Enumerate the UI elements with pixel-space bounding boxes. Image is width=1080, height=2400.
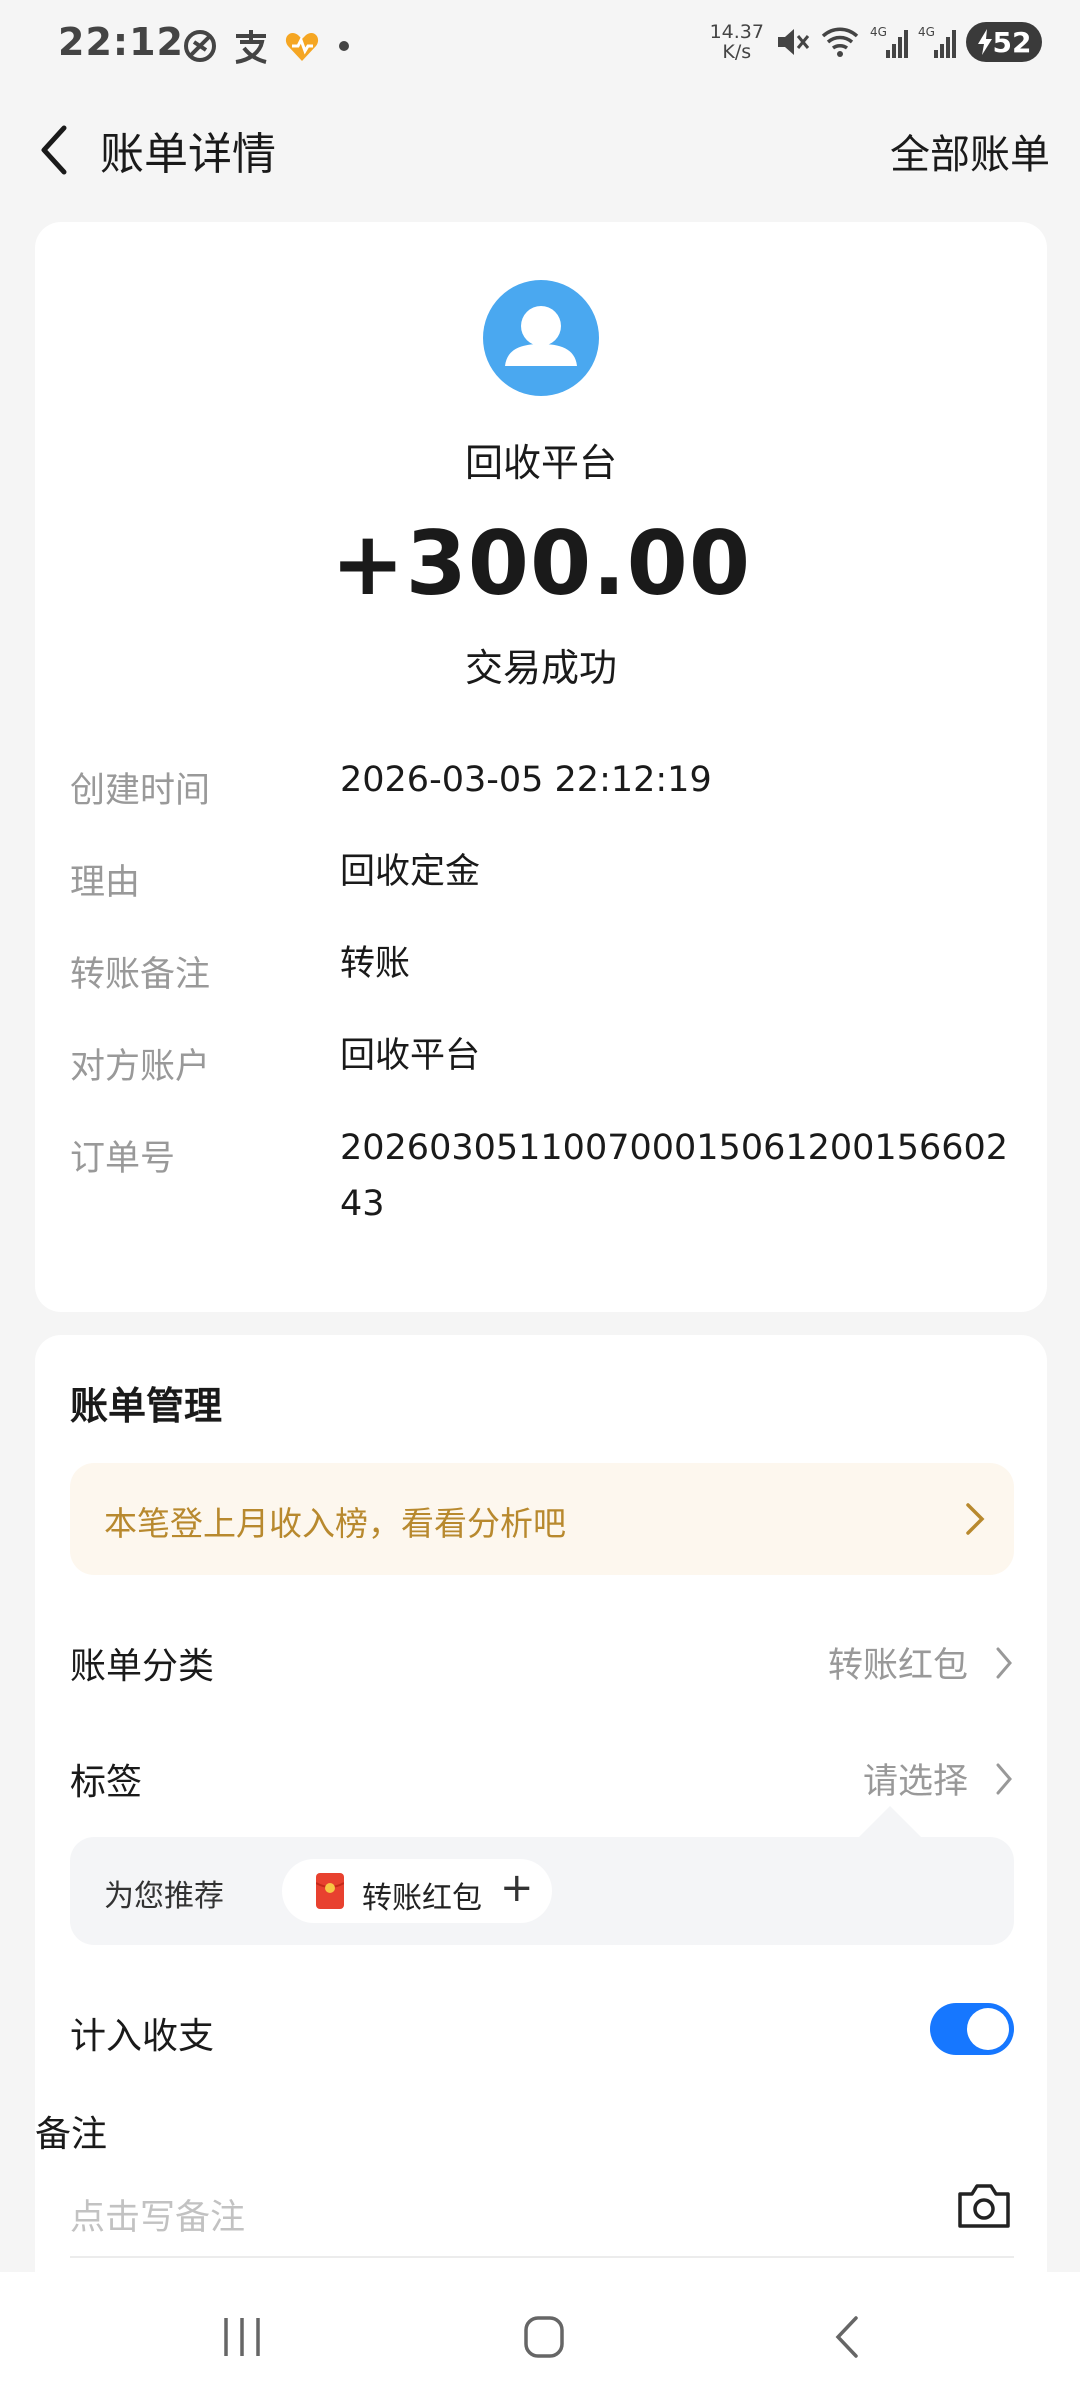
chevron-right-icon <box>966 1503 985 1535</box>
add-tag-icon[interactable]: + <box>500 1865 534 1911</box>
all-bills-link[interactable]: 全部账单 <box>890 122 1050 180</box>
tag-label: 标签 <box>70 1762 143 1803</box>
camera-icon[interactable] <box>956 2180 1012 2230</box>
bill-category-row[interactable]: 账单分类 转账红包 <box>70 1637 1014 1697</box>
tag-value: 请选择 <box>862 1762 968 1802</box>
back-arrow-icon[interactable] <box>32 120 82 180</box>
remark-label: 备注 <box>35 2114 108 2155</box>
battery-charging-icon <box>977 29 992 55</box>
recommend-label: 为您推荐 <box>104 1879 224 1914</box>
detail-label: 转账备注 <box>70 955 211 995</box>
status-left-icons <box>182 28 354 64</box>
dot-icon <box>339 41 349 51</box>
red-envelope-icon <box>316 1873 344 1909</box>
detail-label: 理由 <box>70 863 141 903</box>
recommend-caret <box>858 1806 922 1838</box>
banner-text: 本笔登上月收入榜，看看分析吧 <box>104 1504 566 1543</box>
include-in-stats-toggle[interactable] <box>930 2003 1014 2055</box>
toggle-knob <box>967 2008 1009 2050</box>
page-title: 账单详情 <box>100 129 276 180</box>
status-right-icons: 14.37 K/s 4G 4G 52 <box>710 22 1042 62</box>
home-icon[interactable] <box>514 2312 574 2362</box>
category-label: 账单分类 <box>70 1646 215 1687</box>
detail-value: 回收平台 <box>340 1036 481 1076</box>
battery-indicator: 52 <box>966 22 1042 62</box>
recommend-tag-chip[interactable]: 转账红包 + <box>282 1859 552 1923</box>
recent-apps-icon[interactable] <box>212 2312 272 2362</box>
status-bar: 22:12 14.37 K/s 4G 4G 52 <box>0 0 1080 100</box>
net-speed: 14.37 K/s <box>709 21 764 63</box>
detail-value: 回收定金 <box>340 852 481 892</box>
section-title: 账单管理 <box>70 1384 223 1428</box>
no-disturb-icon <box>184 30 216 62</box>
signal-4g-icon: 4G <box>870 25 908 58</box>
alipay-icon <box>235 30 267 64</box>
transaction-status: 交易成功 <box>464 646 617 690</box>
wifi-icon <box>821 27 859 57</box>
avatar <box>483 280 599 396</box>
detail-value: 转账 <box>340 944 411 984</box>
detail-value: 2026-03-05 22:12:19 <box>340 760 712 800</box>
chevron-right-icon <box>996 1763 1012 1795</box>
category-value: 转账红包 <box>827 1646 968 1686</box>
tag-row[interactable]: 标签 请选择 <box>70 1753 1014 1813</box>
transaction-amount: +300.00 <box>330 512 752 615</box>
income-ranking-banner[interactable]: 本笔登上月收入榜，看看分析吧 <box>70 1463 1014 1575</box>
detail-label: 对方账户 <box>70 1047 211 1087</box>
user-avatar-icon <box>505 306 577 366</box>
detail-label: 创建时间 <box>70 771 211 811</box>
detail-label: 订单号 <box>70 1139 176 1179</box>
signal-4g-icon: 4G <box>918 25 956 58</box>
chip-label: 转账红包 <box>362 1881 482 1916</box>
include-label: 计入收支 <box>70 2016 215 2057</box>
svg-text:4G: 4G <box>870 25 887 39</box>
recommend-panel: 为您推荐 转账红包 + <box>70 1837 1014 1945</box>
svg-text:4G: 4G <box>918 25 935 39</box>
transaction-card: 回收平台 +300.00 交易成功 创建时间 2026-03-05 22:12:… <box>35 222 1047 1312</box>
back-icon[interactable] <box>818 2312 878 2362</box>
battery-level: 52 <box>992 25 1032 59</box>
health-heart-icon <box>285 33 319 61</box>
counterparty-name: 回收平台 <box>464 441 617 485</box>
order-number-value: 20260305110070001506120015660243 <box>340 1128 1009 1224</box>
include-in-stats-row: 计入收支 <box>70 2003 1014 2067</box>
chevron-right-icon <box>996 1647 1012 1679</box>
remark-input[interactable] <box>70 2180 1014 2258</box>
mute-icon <box>778 29 810 55</box>
status-time: 22:12 <box>58 20 184 64</box>
system-nav-bar <box>0 2272 1080 2400</box>
top-bar: 账单详情 全部账单 <box>0 100 1080 200</box>
